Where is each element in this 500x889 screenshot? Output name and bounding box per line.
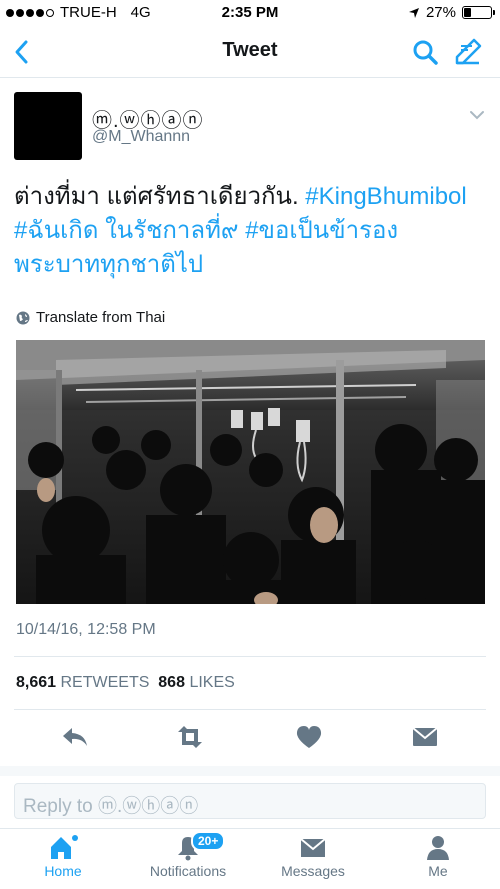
compose-icon[interactable]	[452, 36, 484, 68]
tab-home[interactable]: Home	[8, 833, 118, 879]
likes-label[interactable]: LIKES	[189, 674, 234, 691]
chevron-down-icon[interactable]	[468, 108, 486, 122]
username[interactable]: @M_Whannn	[92, 128, 190, 146]
tab-notifications[interactable]: 20+ Notifications	[133, 831, 243, 879]
reply-icon[interactable]	[60, 724, 90, 750]
search-icon[interactable]	[410, 36, 440, 68]
hashtag-link[interactable]: #ฉันเกิด ในรัชกาลที่๙	[14, 217, 239, 244]
hashtag-link[interactable]: #ขอเป็นข้ารอง	[245, 217, 398, 244]
person-icon	[427, 836, 449, 860]
hashtag-link[interactable]: #KingBhumibol	[305, 183, 466, 210]
tab-label: Home	[44, 863, 82, 879]
battery-fill	[464, 8, 471, 17]
reply-input[interactable]: Reply to ⓜ.ⓦⓗⓐⓝ	[14, 783, 486, 819]
tab-label: Messages	[281, 863, 345, 879]
hashtag-link[interactable]: พระบาททุกชาติไป	[14, 251, 203, 278]
tweet-timestamp: 10/14/16, 12:58 PM	[16, 621, 156, 638]
divider	[14, 709, 486, 710]
retweet-icon[interactable]	[175, 724, 205, 750]
globe-icon	[16, 311, 30, 324]
retweets-label[interactable]: RETWEETS	[61, 674, 150, 691]
status-right: 27%	[408, 4, 495, 21]
divider	[14, 656, 486, 657]
nav-bar: Tweet	[0, 26, 500, 78]
tab-label: Notifications	[149, 863, 227, 879]
tweet-text-plain: ต่างที่มา แต่ศรัทธาเดียวกัน.	[14, 183, 306, 210]
train-crowd-image	[16, 340, 485, 604]
battery-percent: 27%	[425, 4, 456, 21]
tab-me[interactable]: Me	[383, 833, 493, 879]
divider	[0, 766, 500, 776]
location-arrow-icon	[408, 7, 419, 18]
share-icon[interactable]	[410, 724, 440, 750]
heart-icon[interactable]	[294, 724, 324, 750]
likes-count[interactable]: 868	[158, 674, 185, 691]
tweet-photo[interactable]	[16, 340, 485, 604]
avatar[interactable]	[14, 92, 82, 160]
tweet-actions	[0, 716, 500, 756]
tweet-text: ต่างที่มา แต่ศรัทธาเดียวกัน. #KingBhumib…	[14, 180, 490, 282]
tab-bar: Home 20+ Notifications Messages Me	[0, 828, 500, 889]
home-icon	[51, 835, 78, 859]
envelope-icon	[300, 838, 326, 857]
tab-label: Me	[428, 863, 448, 879]
status-bar: TRUE-H 4G 2:35 PM 27%	[0, 0, 500, 26]
notification-badge: 20+	[191, 831, 226, 851]
tab-messages[interactable]: Messages	[258, 833, 368, 879]
battery-icon	[462, 6, 495, 19]
translate-link[interactable]: Translate from Thai	[16, 309, 165, 326]
tweet-stats: 8,661 RETWEETS 868 LIKES	[16, 674, 235, 692]
retweets-count[interactable]: 8,661	[16, 674, 56, 691]
translate-label: Translate from Thai	[36, 309, 166, 326]
